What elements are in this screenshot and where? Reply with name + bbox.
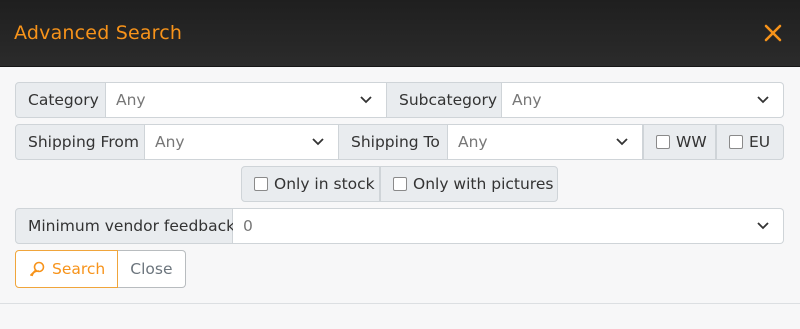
- subcategory-select[interactable]: Any: [502, 82, 784, 118]
- shipping-from-label: Shipping From: [15, 124, 145, 160]
- close-button-label: Close: [130, 260, 173, 278]
- feedback-row: Minimum vendor feedback 0: [15, 208, 784, 244]
- chevron-down-icon: [757, 96, 769, 104]
- eu-label: EU: [749, 133, 771, 151]
- modal-footer-divider: [0, 303, 800, 304]
- min-vendor-feedback-label: Minimum vendor feedback: [15, 208, 235, 244]
- advanced-search-modal: Advanced Search Category Any Subcategory…: [0, 0, 800, 329]
- close-button[interactable]: Close: [118, 250, 186, 288]
- category-value: Any: [116, 91, 146, 109]
- chevron-down-icon: [312, 138, 324, 146]
- shipping-to-label: Shipping To: [339, 124, 448, 160]
- eu-checkbox[interactable]: EU: [716, 124, 784, 160]
- shipping-to-value: Any: [458, 133, 488, 151]
- chevron-down-icon: [616, 138, 628, 146]
- category-select[interactable]: Any: [106, 82, 387, 118]
- search-button[interactable]: Search: [15, 250, 119, 288]
- actions-row: Search Close: [15, 250, 784, 288]
- shipping-from-select[interactable]: Any: [145, 124, 339, 160]
- availability-row: Only in stock Only with pictures: [15, 166, 784, 202]
- shipping-row: Shipping From Any Shipping To Any WW EU: [15, 124, 784, 160]
- ww-checkbox-box[interactable]: [656, 135, 670, 149]
- subcategory-label: Subcategory: [387, 82, 502, 118]
- only-with-pictures-label: Only with pictures: [413, 175, 554, 193]
- search-button-label: Search: [52, 260, 106, 278]
- shipping-from-value: Any: [155, 133, 185, 151]
- min-vendor-feedback-select[interactable]: 0: [233, 208, 784, 244]
- eu-checkbox-box[interactable]: [729, 135, 743, 149]
- ww-label: WW: [676, 133, 707, 151]
- only-in-stock-label: Only in stock: [274, 175, 375, 193]
- category-row: Category Any Subcategory Any: [15, 82, 784, 118]
- subcategory-value: Any: [512, 91, 542, 109]
- modal-header: Advanced Search: [0, 0, 800, 67]
- close-icon[interactable]: [760, 20, 786, 46]
- user-search-icon: [30, 261, 45, 277]
- min-vendor-feedback-value: 0: [243, 217, 253, 235]
- category-label: Category: [15, 82, 106, 118]
- only-in-stock-checkbox[interactable]: Only in stock: [241, 166, 380, 202]
- only-with-pictures-checkbox[interactable]: Only with pictures: [380, 166, 558, 202]
- only-in-stock-box[interactable]: [254, 177, 268, 191]
- shipping-to-select[interactable]: Any: [448, 124, 643, 160]
- only-with-pictures-box[interactable]: [393, 177, 407, 191]
- modal-title: Advanced Search: [14, 22, 183, 44]
- ww-checkbox[interactable]: WW: [643, 124, 716, 160]
- chevron-down-icon: [757, 222, 769, 230]
- modal-body: Category Any Subcategory Any Shipping Fr…: [0, 67, 800, 329]
- chevron-down-icon: [360, 96, 372, 104]
